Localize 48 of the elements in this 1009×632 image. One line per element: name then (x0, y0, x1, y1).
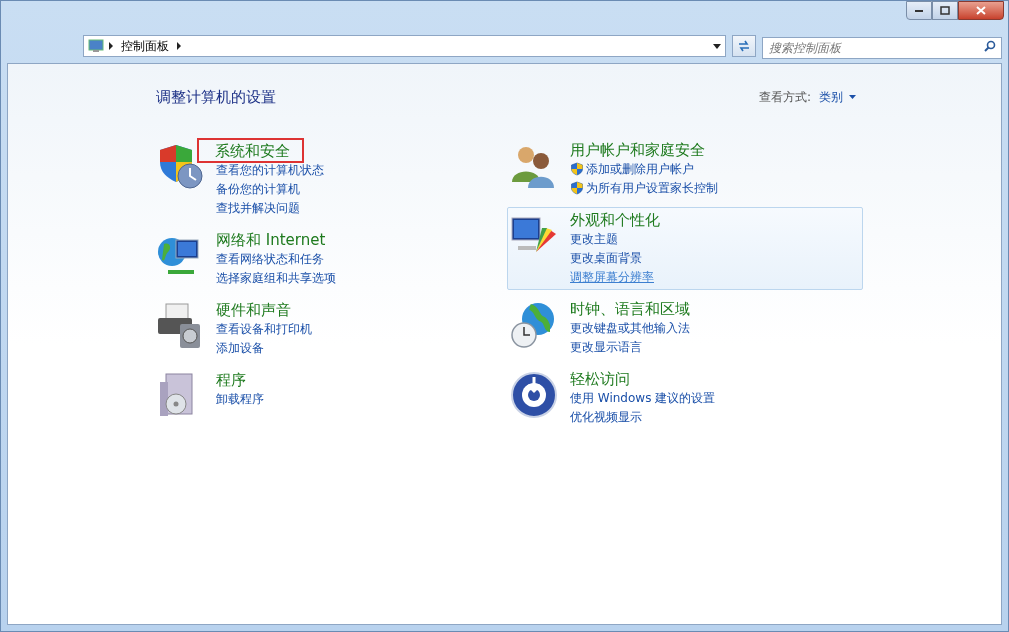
control-panel-icon (88, 39, 104, 53)
maximize-icon (940, 6, 950, 15)
view-by-label: 查看方式: (758, 89, 811, 107)
chevron-right-icon (176, 42, 182, 50)
caret-icon (849, 95, 856, 100)
task-link[interactable]: 更改主题 (570, 229, 618, 249)
category-title-link[interactable]: 用户帐户和家庭安全 (570, 139, 705, 160)
category-title-link[interactable]: 网络和 Internet (216, 229, 326, 250)
breadcrumb-item[interactable]: 控制面板 (118, 37, 172, 55)
search-icon (984, 40, 996, 52)
maximize-button[interactable] (932, 1, 958, 20)
chevron-right-icon (108, 42, 114, 50)
task-link[interactable]: 优化视频显示 (570, 407, 642, 427)
task-link[interactable]: 更改键盘或其他输入法 (570, 318, 690, 338)
dropdown-arrow-icon[interactable] (713, 43, 721, 49)
task-link[interactable]: 查看您的计算机状态 (216, 160, 324, 180)
page-heading: 调整计算机的设置 (156, 87, 276, 108)
address-bar[interactable]: 控制面板 (83, 35, 726, 57)
view-by-dropdown[interactable]: 类别 (819, 88, 856, 107)
category-title-link[interactable]: 系统和安全 (199, 139, 302, 161)
task-link[interactable]: 查看网络状态和任务 (216, 249, 324, 269)
task-link[interactable]: 备份您的计算机 (216, 179, 300, 199)
task-link[interactable]: 选择家庭组和共享选项 (216, 268, 336, 288)
category-title-link[interactable]: 硬件和声音 (216, 299, 291, 320)
category-title-link[interactable]: 轻松访问 (570, 368, 630, 389)
task-link[interactable]: 添加设备 (216, 338, 264, 358)
task-link[interactable]: 使用 Windows 建议的设置 (570, 388, 716, 408)
shield-icon (570, 181, 584, 195)
task-link[interactable]: 为所有用户设置家长控制 (586, 178, 718, 198)
accessibility-icon (510, 370, 558, 419)
refresh-button[interactable] (732, 35, 756, 57)
close-icon (976, 6, 986, 15)
category-title-link[interactable]: 程序 (216, 369, 246, 390)
shield-icon (570, 162, 584, 176)
minimize-button[interactable] (906, 1, 932, 20)
task-link[interactable]: 添加或删除用户帐户 (586, 159, 694, 179)
task-link[interactable]: 查看设备和打印机 (216, 319, 312, 339)
refresh-arrows-icon (737, 40, 751, 52)
task-link[interactable]: 更改显示语言 (570, 337, 642, 357)
search-field[interactable]: 搜索控制面板 (762, 37, 1002, 59)
task-link[interactable]: 调整屏幕分辨率 (570, 267, 654, 287)
task-link[interactable]: 更改桌面背景 (570, 248, 642, 268)
category-title-link[interactable]: 外观和个性化 (570, 209, 660, 230)
task-link[interactable]: 卸载程序 (216, 389, 264, 409)
task-link[interactable]: 查找并解决问题 (216, 198, 300, 218)
category-title-link[interactable]: 时钟、语言和区域 (570, 298, 690, 319)
category-panel[interactable]: 外观和个性化 更改主题 更改桌面背景 调整屏幕分辨率 (507, 206, 863, 290)
close-button[interactable] (958, 1, 1004, 20)
